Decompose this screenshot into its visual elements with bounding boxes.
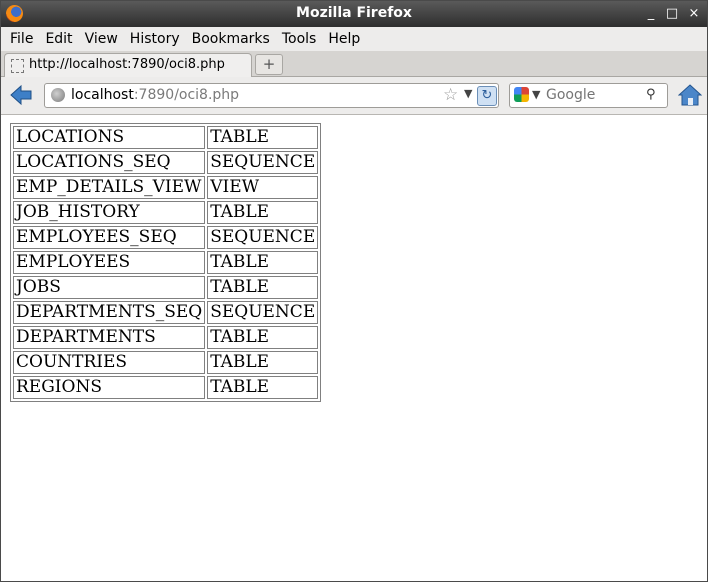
table-row: REGIONS TABLE	[13, 376, 319, 399]
table-row: JOB_HISTORY TABLE	[13, 201, 319, 224]
menu-help[interactable]: Help	[322, 31, 366, 47]
object-type-cell: TABLE	[207, 276, 319, 299]
plus-icon: +	[262, 55, 276, 73]
menu-history[interactable]: History	[124, 31, 186, 47]
object-name-cell: LOCATIONS_SEQ	[13, 151, 206, 174]
object-type-cell: TABLE	[207, 251, 319, 274]
menu-edit[interactable]: Edit	[39, 31, 78, 47]
object-name-cell: EMP_DETAILS_VIEW	[13, 176, 206, 199]
object-name-cell: EMPLOYEES_SEQ	[13, 226, 206, 249]
engine-dropdown-icon[interactable]: ▼	[532, 88, 540, 101]
object-name-cell: DEPARTMENTS_SEQ	[13, 301, 206, 324]
browser-window: Mozilla Firefox _ □ × File Edit View His…	[0, 0, 708, 582]
table-row: JOBS TABLE	[13, 276, 319, 299]
object-type-cell: SEQUENCE	[207, 226, 319, 249]
object-type-cell: TABLE	[207, 376, 319, 399]
object-name-cell: COUNTRIES	[13, 351, 206, 374]
objects-table: LOCATIONS TABLE LOCATIONS_SEQ SEQUENCE EMP_D…	[10, 123, 322, 402]
object-type-cell: SEQUENCE	[207, 151, 319, 174]
bookmark-star-icon[interactable]: ☆	[443, 85, 458, 105]
object-name-cell: JOB_HISTORY	[13, 201, 206, 224]
window-title: Mozilla Firefox	[296, 5, 412, 21]
tab-oci8[interactable]: http://localhost:7890/oci8.php	[4, 53, 252, 77]
new-tab-button[interactable]: +	[255, 54, 283, 75]
object-type-cell: TABLE	[207, 126, 319, 149]
maximize-button[interactable]: □	[662, 4, 682, 24]
object-name-cell: DEPARTMENTS	[13, 326, 206, 349]
navigation-bar: localhost:7890/oci8.php ☆ ▼ ↻ ▼ ⚲	[1, 77, 707, 115]
home-icon[interactable]	[678, 83, 702, 107]
table-row: DEPARTMENTS_SEQ SEQUENCE	[13, 301, 319, 324]
object-name-cell: REGIONS	[13, 376, 206, 399]
object-type-cell: VIEW	[207, 176, 319, 199]
table-row: LOCATIONS_SEQ SEQUENCE	[13, 151, 319, 174]
tab-label: http://localhost:7890/oci8.php	[29, 57, 225, 72]
close-window-button[interactable]: ×	[684, 4, 704, 24]
back-arrow-icon[interactable]	[9, 84, 33, 106]
table-row: COUNTRIES TABLE	[13, 351, 319, 374]
menu-bookmarks[interactable]: Bookmarks	[186, 31, 276, 47]
table-row: LOCATIONS TABLE	[13, 126, 319, 149]
object-name-cell: LOCATIONS	[13, 126, 206, 149]
title-bar[interactable]: Mozilla Firefox _ □ ×	[1, 1, 707, 27]
reload-icon[interactable]: ↻	[477, 86, 497, 106]
chevron-down-icon[interactable]: ▼	[464, 87, 472, 100]
object-type-cell: TABLE	[207, 351, 319, 374]
url-text[interactable]: localhost:7890/oci8.php	[71, 87, 239, 103]
table-row: DEPARTMENTS TABLE	[13, 326, 319, 349]
menu-bar: File Edit View History Bookmarks Tools H…	[1, 27, 707, 51]
site-identity-icon[interactable]	[51, 88, 65, 102]
google-engine-icon[interactable]	[514, 87, 529, 102]
object-type-cell: TABLE	[207, 201, 319, 224]
search-bar: ▼ ⚲	[509, 83, 668, 108]
minimize-button[interactable]: _	[641, 4, 661, 24]
object-type-cell: SEQUENCE	[207, 301, 319, 324]
object-type-cell: TABLE	[207, 326, 319, 349]
table-row: EMPLOYEES TABLE	[13, 251, 319, 274]
url-bar[interactable]: localhost:7890/oci8.php ☆ ▼ ↻	[44, 83, 499, 108]
blank-page-icon	[11, 59, 24, 73]
tab-strip: http://localhost:7890/oci8.php +	[1, 51, 707, 77]
menu-file[interactable]: File	[4, 31, 39, 47]
binoculars-icon[interactable]: ⚲	[646, 87, 656, 102]
menu-view[interactable]: View	[79, 31, 124, 47]
page-content: LOCATIONS TABLE LOCATIONS_SEQ SEQUENCE EMP_D…	[1, 115, 707, 581]
object-name-cell: JOBS	[13, 276, 206, 299]
table-row: EMPLOYEES_SEQ SEQUENCE	[13, 226, 319, 249]
object-name-cell: EMPLOYEES	[13, 251, 206, 274]
table-row: EMP_DETAILS_VIEW VIEW	[13, 176, 319, 199]
menu-tools[interactable]: Tools	[276, 31, 323, 47]
search-input[interactable]	[546, 87, 638, 103]
